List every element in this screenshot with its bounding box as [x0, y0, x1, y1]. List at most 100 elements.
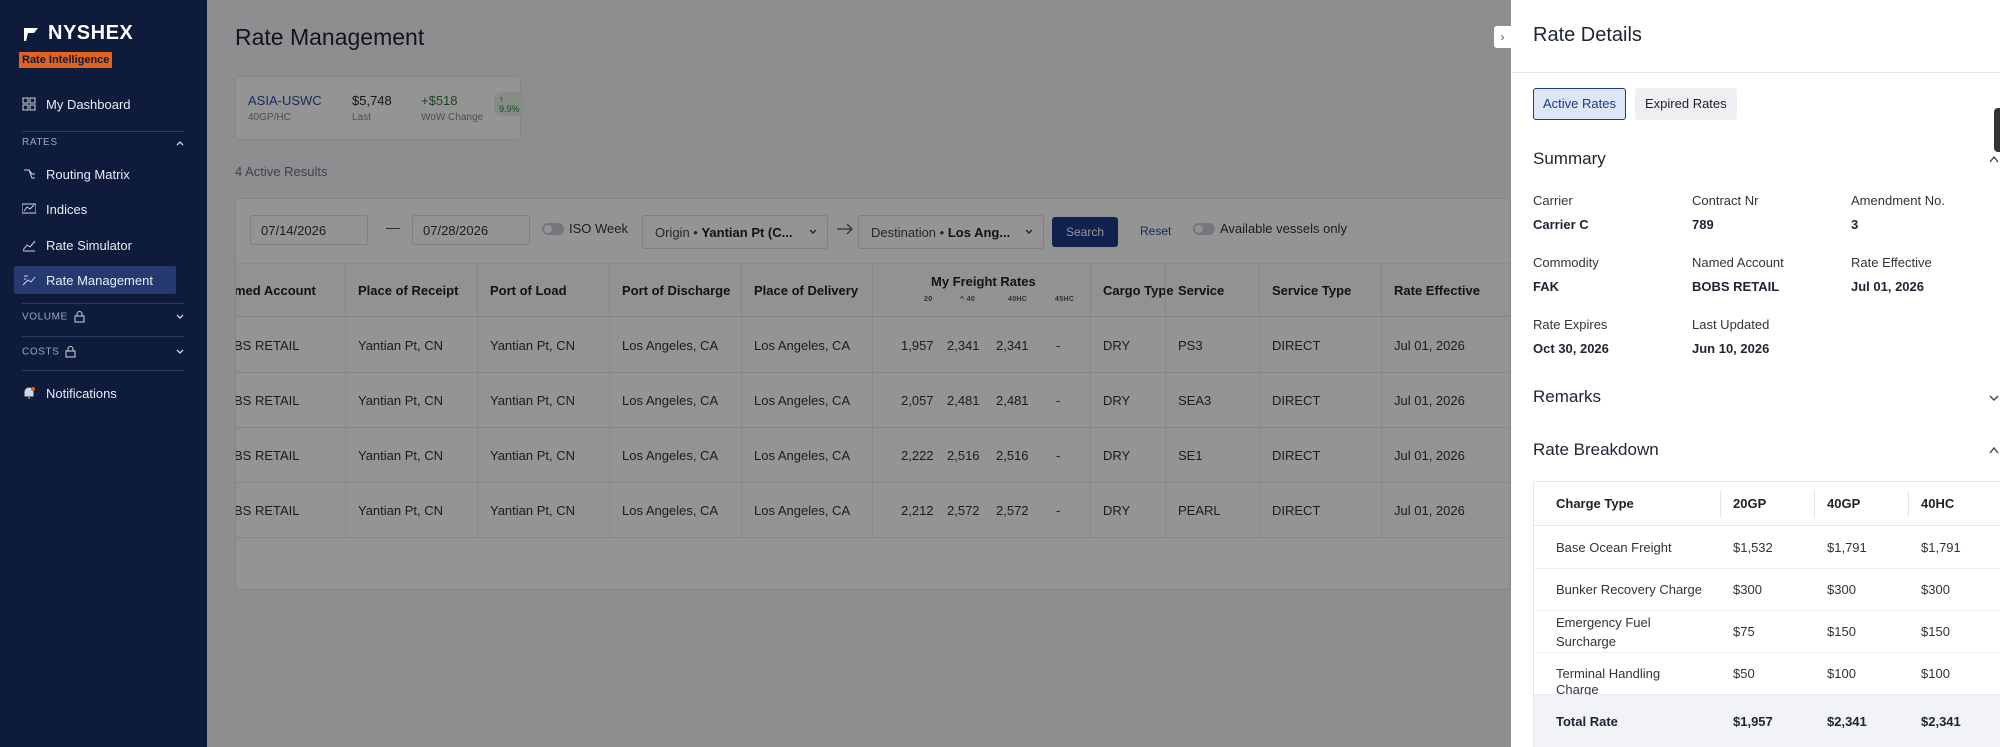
carrier-value: Carrier C — [1533, 217, 1589, 232]
cell-20gp: $300 — [1733, 582, 1762, 597]
summary-heading[interactable]: Summary — [1533, 149, 1606, 169]
total-cell-40gp: $2,341 — [1827, 714, 1867, 729]
brand-logo[interactable]: NYSHEX — [22, 22, 133, 45]
nav-label: Indices — [46, 201, 88, 217]
breakdown-row: Bunker Recovery Charge $300 $300 $300 — [1534, 569, 2000, 611]
rate-breakdown-heading[interactable]: Rate Breakdown — [1533, 440, 1659, 460]
costs-section-header[interactable]: COSTS — [22, 346, 184, 358]
commodity-value: FAK — [1533, 279, 1559, 294]
tab-active-rates[interactable]: Active Rates — [1533, 88, 1626, 120]
nav-my-dashboard[interactable]: My Dashboard — [14, 90, 176, 118]
chevron-down-icon[interactable] — [1989, 394, 1999, 402]
cell-charge-type: Base Ocean Freight — [1556, 540, 1672, 555]
rate-breakdown-table: Charge Type 20GP 40GP 40HC Base Ocean Fr… — [1533, 481, 2000, 747]
dashboard-icon — [22, 97, 36, 111]
volume-section-header[interactable]: VOLUME — [22, 311, 184, 323]
breakdown-total-row: Total Rate $1,957 $2,341 $2,341 — [1534, 695, 2000, 747]
nav-indices[interactable]: Indices — [14, 195, 176, 223]
chevron-up-icon — [176, 140, 184, 145]
amendment-value: 3 — [1851, 217, 1859, 232]
lock-icon — [65, 346, 76, 358]
cell-charge-type: Terminal Handling Charge — [1556, 666, 1661, 697]
brand-name: NYSHEX — [48, 22, 134, 44]
side-panel-handle[interactable] — [1994, 108, 2000, 152]
sidebar: NYSHEX Rate Intelligence My Dashboard RA… — [0, 0, 207, 747]
divider — [22, 303, 184, 304]
section-label: RATES — [22, 137, 58, 148]
rate-expires-label: Rate Expires — [1533, 317, 1608, 332]
breakdown-row: Base Ocean Freight $1,532 $1,791 $1,791 — [1534, 527, 2000, 569]
nav-routing-matrix[interactable]: Routing Matrix — [14, 160, 176, 188]
section-label: COSTS — [22, 346, 60, 358]
drawer-title: Rate Details — [1533, 24, 1642, 46]
nav-label: Rate Simulator — [46, 237, 132, 253]
breakdown-row: Emergency Fuel Surcharge $75 $150 $150 — [1534, 611, 2000, 653]
col-charge-type: Charge Type — [1556, 496, 1634, 511]
contract-label: Contract Nr — [1692, 193, 1759, 208]
col-divider — [1720, 490, 1721, 518]
named-account-value: BOBS RETAIL — [1692, 279, 1780, 294]
col-20gp: 20GP — [1733, 496, 1767, 511]
rate-effective-label: Rate Effective — [1851, 255, 1932, 270]
cell-20gp: $75 — [1733, 624, 1755, 639]
cell-20gp: $1,532 — [1733, 540, 1773, 555]
close-drawer-button[interactable]: › — [1494, 26, 1511, 48]
named-account-label: Named Account — [1692, 255, 1784, 270]
rate-expires-value: Oct 30, 2026 — [1533, 341, 1609, 356]
nav-label: Rate Management — [46, 272, 153, 288]
modal-overlay[interactable] — [207, 0, 1511, 747]
total-cell-20gp: $1,957 — [1733, 714, 1773, 729]
amendment-label: Amendment No. — [1851, 193, 1945, 208]
cell-40gp: $100 — [1827, 666, 1856, 681]
divider — [22, 336, 184, 337]
bell-icon — [24, 387, 35, 399]
cell-40gp: $1,791 — [1827, 540, 1867, 555]
indices-icon — [22, 203, 36, 214]
col-40gp: 40GP — [1827, 496, 1861, 511]
chevron-down-icon — [176, 349, 184, 354]
routing-icon — [24, 169, 35, 179]
nav-label: Notifications — [46, 385, 117, 401]
nav-label: Routing Matrix — [46, 166, 130, 182]
rates-section-header[interactable]: RATES — [22, 137, 184, 148]
cell-40hc: $1,791 — [1921, 540, 1961, 555]
nav-rate-management[interactable]: Rate Management — [14, 266, 176, 294]
cell-40gp: $300 — [1827, 582, 1856, 597]
breakdown-row: Terminal Handling Charge $50 $100 $100 — [1534, 653, 2000, 697]
breakdown-header: Charge Type 20GP 40GP 40HC — [1534, 482, 2000, 526]
cell-40hc: $150 — [1921, 624, 1950, 639]
carrier-label: Carrier — [1533, 193, 1573, 208]
chevron-up-icon[interactable] — [1989, 155, 1999, 163]
divider — [22, 370, 184, 371]
cell-20gp: $50 — [1733, 666, 1755, 681]
tab-expired-rates[interactable]: Expired Rates — [1635, 88, 1737, 120]
total-cell-charge-type: Total Rate — [1556, 714, 1618, 729]
cell-40hc: $300 — [1921, 582, 1950, 597]
chevron-up-icon[interactable] — [1989, 446, 1999, 454]
chevron-down-icon — [176, 314, 184, 319]
rate-details-drawer: Rate Details Active Rates Expired Rates … — [1511, 0, 2000, 747]
total-cell-40hc: $2,341 — [1921, 714, 1961, 729]
remarks-heading[interactable]: Remarks — [1533, 387, 1601, 407]
col-40hc: 40HC — [1921, 496, 1955, 511]
rate-management-icon — [22, 275, 36, 286]
commodity-label: Commodity — [1533, 255, 1599, 270]
divider — [1511, 72, 2000, 73]
divider — [22, 131, 184, 132]
col-divider — [1908, 490, 1909, 518]
nav-notifications[interactable]: Notifications — [14, 379, 176, 407]
cell-40gp: $150 — [1827, 624, 1856, 639]
last-updated-label: Last Updated — [1692, 317, 1770, 332]
trend-chart-icon — [22, 240, 36, 252]
section-label: VOLUME — [22, 311, 68, 323]
col-divider — [1814, 490, 1815, 518]
nav-label: My Dashboard — [46, 96, 131, 112]
nav-rate-simulator[interactable]: Rate Simulator — [14, 231, 176, 259]
lock-icon — [74, 311, 85, 323]
last-updated-value: Jun 10, 2026 — [1692, 341, 1770, 356]
rate-intelligence-badge: Rate Intelligence — [19, 52, 113, 68]
cell-40hc: $100 — [1921, 666, 1950, 681]
rate-effective-value: Jul 01, 2026 — [1851, 279, 1924, 294]
nyshex-logo-icon — [24, 27, 38, 41]
cell-charge-type: Bunker Recovery Charge — [1556, 582, 1702, 597]
